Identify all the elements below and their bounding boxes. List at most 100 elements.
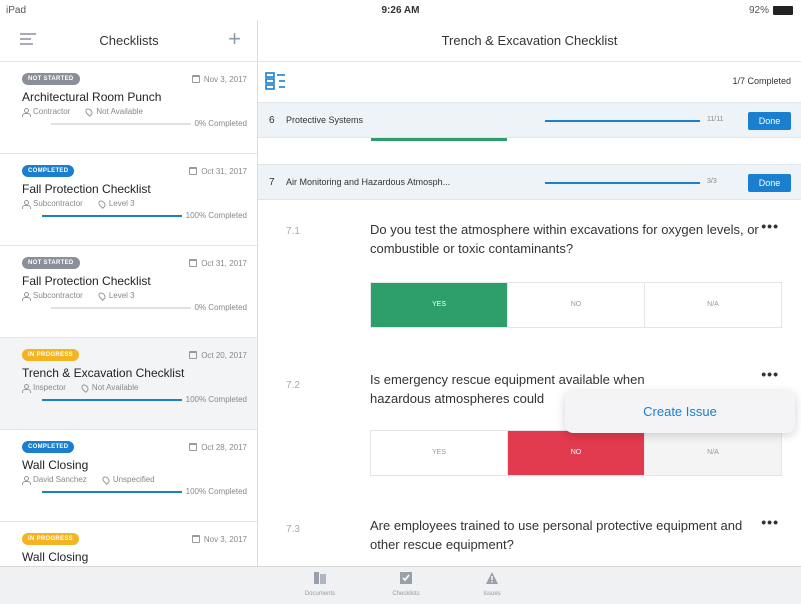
more-options-icon[interactable]: ••• [761,218,779,234]
sidebar-header: Checklists + [0,20,257,62]
status-bar: iPad 9:26 AM 92% [0,0,801,20]
card-date: Oct 31, 2017 [201,258,247,268]
sidebar-title: Checklists [99,33,159,48]
completed-count: 1/7 Completed [732,76,791,86]
section-number: 7 [269,177,275,188]
answer-no-button[interactable]: NO [508,431,645,475]
add-checklist-button[interactable]: + [228,26,241,52]
questions-list: 7.1 Do you test the atmosphere within ex… [258,200,801,552]
calendar-icon [189,259,198,267]
progress-fill [41,214,182,217]
question-text: Do you test the atmosphere within excava… [370,222,759,256]
status-badge: COMPLETED [22,165,75,177]
person-icon [22,383,31,393]
section-progress-bar [545,120,700,122]
checklist-icon [400,572,412,584]
progress-label: 100% Completed [185,487,247,496]
card-date: Nov 3, 2017 [203,534,247,544]
answer-na-button[interactable]: N/A [645,283,781,327]
progress-label: 100% Completed [185,211,247,220]
card-title: Wall Closing [22,550,89,564]
calendar-icon [189,351,198,359]
answer-na-button[interactable]: N/A [645,431,781,475]
done-button[interactable]: Done [748,174,791,192]
status-badge: IN PROGRESS [22,533,79,545]
card-location: Level 3 [108,291,135,300]
card-location: Not Available [96,107,143,116]
create-issue-popover[interactable]: Create Issue [565,391,795,433]
answer-yes-button[interactable]: YES [371,431,508,475]
tab-issues[interactable]: Issues [462,571,522,597]
section-air-monitoring[interactable]: 7 Air Monitoring and Hazardous Atmosph..… [258,164,801,200]
progress-bar [41,490,182,493]
card-role: Inspector [33,383,66,392]
tab-label: Documents [304,591,336,597]
more-options-icon[interactable]: ••• [761,514,779,530]
warning-icon [486,572,498,584]
question-number: 7.1 [286,226,300,237]
card-date: Oct 20, 2017 [201,350,247,360]
progress-bar [50,122,191,125]
answer-options: YES NO N/A [370,282,782,328]
answer-no-button[interactable]: NO [508,283,645,327]
checklist-card[interactable]: NOT STARTED Oct 31, 2017 Fall Protection… [0,246,257,338]
person-icon [22,107,31,117]
status-badge: NOT STARTED [22,257,80,269]
card-location: Level 3 [108,199,135,208]
card-title: Trench & Excavation Checklist [22,366,185,380]
checklist-card[interactable]: IN PROGRESS Nov 3, 2017 Wall Closing [0,522,257,566]
status-badge: IN PROGRESS [22,349,79,361]
card-location: Not Available [91,383,139,392]
section-fraction: 11/11 [707,116,724,123]
card-role: David Sanchez [33,475,87,484]
location-pin-icon [96,198,107,209]
progress-label: 0% Completed [194,303,247,312]
checklist-detail: Trench & Excavation Checklist 1/7 Comple… [258,20,801,566]
progress-bar [50,306,191,309]
section-progress-bar [545,182,700,184]
card-title: Fall Protection Checklist [22,274,151,288]
card-title: Architectural Room Punch [22,90,162,104]
location-pin-icon [84,106,95,117]
done-button[interactable]: Done [748,112,791,130]
checklist-card[interactable]: COMPLETED Oct 28, 2017 Wall Closing Davi… [0,430,257,522]
outline-tree-icon[interactable] [265,72,287,90]
question-text: Are employees trained to use personal pr… [370,518,743,552]
status-badge: NOT STARTED [22,73,80,85]
person-icon [22,475,31,485]
question-number: 7.3 [286,524,300,535]
location-pin-icon [79,382,90,393]
card-date: Nov 3, 2017 [203,74,247,84]
detail-header: Trench & Excavation Checklist [258,20,801,62]
card-role: Contractor [33,107,71,116]
tab-checklists[interactable]: Checklists [376,571,436,597]
checklist-card[interactable]: NOT STARTED Nov 3, 2017 Architectural Ro… [0,62,257,154]
documents-icon [314,572,326,584]
answer-yes-button[interactable]: YES [371,283,508,327]
progress-fill [41,398,182,401]
battery-percent: 92% [748,5,769,16]
card-date: Oct 31, 2017 [201,166,247,176]
tab-bar: Documents Checklists Issues [0,566,801,604]
checklist-card[interactable]: COMPLETED Oct 31, 2017 Fall Protection C… [0,154,257,246]
location-pin-icon [96,290,107,301]
status-time: 9:26 AM [381,5,420,16]
location-pin-icon [100,474,111,485]
section-protective-systems[interactable]: 6 Protective Systems 11/11 Done [258,102,801,138]
calendar-icon [191,75,200,83]
tab-documents[interactable]: Documents [290,571,350,597]
card-title: Fall Protection Checklist [22,182,151,196]
card-role: Subcontractor [33,291,83,300]
tab-label: Checklists [392,591,420,597]
more-options-icon[interactable]: ••• [761,366,779,382]
answered-yes-strip [371,138,507,141]
progress-label: 0% Completed [194,119,247,128]
progress-bar [41,214,182,217]
question-number: 7.2 [286,380,300,391]
card-date: Oct 28, 2017 [201,442,247,452]
status-badge: COMPLETED [22,441,75,453]
answer-options: YES NO N/A [370,430,782,476]
calendar-icon [191,535,200,543]
checklist-card[interactable]: IN PROGRESS Oct 20, 2017 Trench & Excava… [0,338,257,430]
progress-fill [41,490,182,493]
